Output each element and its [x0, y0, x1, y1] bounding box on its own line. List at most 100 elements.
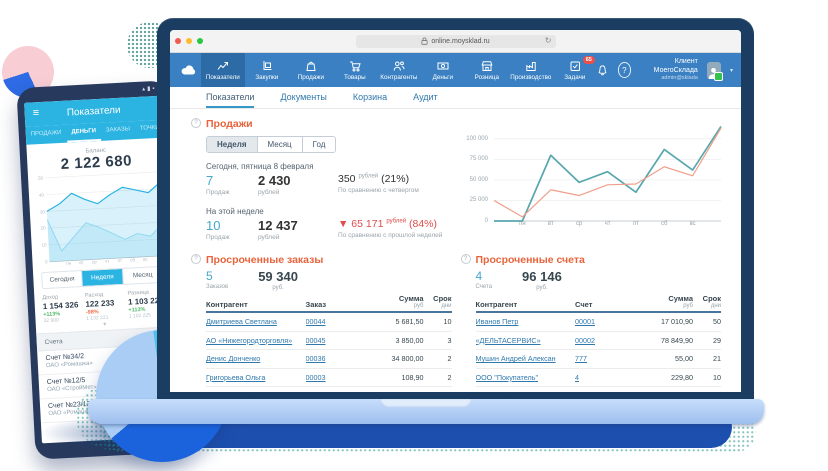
- url-bar[interactable]: online.moysklad.ru ↻: [356, 35, 556, 48]
- counterparty-link[interactable]: Денис Донченко: [206, 391, 306, 392]
- url-text: online.moysklad.ru: [431, 38, 489, 45]
- counterparty-link[interactable]: Денис Донченко: [206, 354, 306, 363]
- today-sales-amount: 2 430: [258, 173, 338, 188]
- sub-nav-tab[interactable]: Документы: [280, 87, 326, 108]
- account-email: admin@sklada: [640, 75, 698, 82]
- top-nav-item[interactable]: Розница: [465, 53, 509, 87]
- counterparty-link[interactable]: Дмитриева Светлана: [206, 317, 306, 326]
- overdue-orders-table: ? Просроченные заказы 5 Заказов 59 340 р…: [206, 254, 452, 392]
- table-row: Денис Донченко0003634 800,002: [206, 350, 452, 369]
- invoices-total: 96 146: [522, 269, 562, 284]
- x-tick-label: пн: [519, 221, 526, 227]
- people-icon: [393, 60, 405, 72]
- top-nav-item-label: Розница: [475, 74, 499, 81]
- help-icon[interactable]: ?: [618, 62, 632, 78]
- sub-nav-tab[interactable]: Аудит: [413, 87, 438, 108]
- invoice-link[interactable]: 4: [575, 373, 629, 382]
- x-tick-label: ср: [576, 221, 582, 227]
- orders-table-header: Контрагент Заказ Суммаруб Срокдни: [206, 294, 452, 313]
- order-link[interactable]: 00044: [306, 317, 360, 326]
- laptop-base: [88, 399, 764, 424]
- invoice-link[interactable]: 777: [575, 354, 629, 363]
- invoices-count: 4: [476, 269, 493, 283]
- sales-section-title: Продажи: [206, 118, 253, 130]
- invoices-count-label: Счета: [476, 284, 493, 290]
- top-nav-item-label: Продажи: [298, 74, 324, 81]
- sales-period-tab[interactable]: Месяц: [258, 137, 303, 152]
- order-link[interactable]: 00024: [306, 391, 360, 392]
- phone-tab[interactable]: ДЕНЬГИ: [66, 123, 102, 143]
- account-menu[interactable]: Клиент МоегоСклада admin@sklada: [640, 58, 698, 82]
- cloud-icon: [181, 64, 198, 76]
- sales-period-tab[interactable]: Неделя: [207, 137, 258, 152]
- chevron-down-icon[interactable]: ▾: [730, 67, 733, 74]
- refresh-icon[interactable]: ↻: [545, 36, 552, 45]
- today-sales-delta: 350 рублей (21%): [338, 173, 458, 185]
- y-tick-label: 30: [40, 209, 45, 214]
- hamburger-menu-icon[interactable]: ≡: [32, 107, 39, 119]
- order-link[interactable]: 00045: [306, 336, 360, 345]
- top-nav-item-label: Показатели: [206, 74, 240, 81]
- days-cell: 3: [424, 336, 452, 345]
- counterparty-link[interactable]: Григорьева Ольга: [206, 373, 306, 382]
- top-nav-item[interactable]: Деньги: [421, 53, 465, 87]
- help-circle-icon[interactable]: ?: [191, 118, 201, 128]
- overdue-invoices-table: ? Просроченные счета 4 Счета 96 146 руб.…: [476, 254, 722, 392]
- help-circle-icon[interactable]: ?: [461, 254, 471, 264]
- counterparty-link[interactable]: Мушин Андрей Алексан: [476, 354, 576, 363]
- table-row: Иванов Петр0000117 010,9050: [476, 313, 722, 332]
- stat-value: 1 154 326: [43, 300, 80, 311]
- factory-icon: [525, 60, 537, 72]
- counterparty-link[interactable]: АО «Нижегородторговля»: [206, 336, 306, 345]
- table-row: Дмитриева Светлана000445 681,5010: [206, 313, 452, 332]
- week-sales-amount-label: рублей: [258, 234, 338, 241]
- x-tick-label: пт: [633, 221, 639, 227]
- maximize-window-icon[interactable]: [197, 38, 203, 44]
- order-link[interactable]: 00003: [306, 373, 360, 382]
- phone-stat: Доход1 154 326+113%32 900: [42, 293, 80, 324]
- phone-period-switcher: СегодняНеделяМесяц: [41, 266, 164, 289]
- period-button[interactable]: Сегодня: [42, 271, 83, 288]
- top-nav-item-label: Задачи: [564, 74, 585, 81]
- invoice-link[interactable]: 00002: [575, 336, 629, 345]
- top-nav-item-label: Закупки: [255, 74, 278, 81]
- moysklad-logo[interactable]: [178, 53, 201, 87]
- bag-icon: [305, 60, 317, 72]
- invoice-link[interactable]: 00001: [575, 317, 629, 326]
- phone-tab[interactable]: ЗАКАЗЫ: [101, 121, 136, 141]
- top-nav-item[interactable]: Задачи65: [553, 53, 597, 87]
- top-nav-item[interactable]: Товары: [333, 53, 377, 87]
- phone-tab[interactable]: ПРОДАЖИ: [25, 125, 67, 145]
- orders-count: 5: [206, 269, 228, 283]
- week-sales-count: 10: [206, 218, 258, 233]
- top-nav-item[interactable]: Продажи: [289, 53, 333, 87]
- close-window-icon[interactable]: [175, 38, 181, 44]
- days-cell: 21: [693, 354, 721, 363]
- counterparty-link[interactable]: ООО "Покупатель": [476, 373, 576, 382]
- days-cell: 50: [693, 317, 721, 326]
- sub-nav-tab[interactable]: Показатели: [206, 87, 254, 108]
- top-nav-item[interactable]: Производство: [509, 53, 553, 87]
- bell-icon[interactable]: [597, 63, 609, 77]
- orders-count-label: Заказов: [206, 284, 228, 290]
- sub-nav-tab[interactable]: Корзина: [353, 87, 387, 108]
- top-nav-item[interactable]: Закупки: [245, 53, 289, 87]
- period-button[interactable]: Неделя: [82, 269, 123, 286]
- avatar[interactable]: [707, 62, 721, 79]
- top-navigation: Показатели Закупки Продажи ТоварыКонтрагент…: [170, 53, 741, 87]
- today-sales-note: По сравнению с четвергом: [338, 187, 458, 194]
- counterparty-link[interactable]: «ДЕЛЬТАСЕРВИС»: [476, 336, 576, 345]
- order-link[interactable]: 00036: [306, 354, 360, 363]
- x-tick-label: сб: [130, 257, 135, 262]
- counterparty-link[interactable]: Иванов Петр: [476, 317, 576, 326]
- table-row: ООО "Покупатель"4229,8010: [476, 369, 722, 388]
- table-row: Григорьева Ольга00003108,902: [206, 369, 452, 388]
- top-nav-item[interactable]: Показатели: [201, 53, 245, 87]
- y-tick-label: 50: [38, 175, 43, 180]
- sales-period-tab[interactable]: Год: [303, 137, 336, 152]
- help-circle-icon[interactable]: ?: [191, 254, 201, 264]
- top-nav-item[interactable]: Контрагенты: [377, 53, 421, 87]
- laptop-screen: online.moysklad.ru ↻ ПоказателиЗакупкиПр…: [170, 30, 741, 392]
- minimize-window-icon[interactable]: [186, 38, 192, 44]
- phone-status-icons: ▴▮▪: [142, 85, 157, 93]
